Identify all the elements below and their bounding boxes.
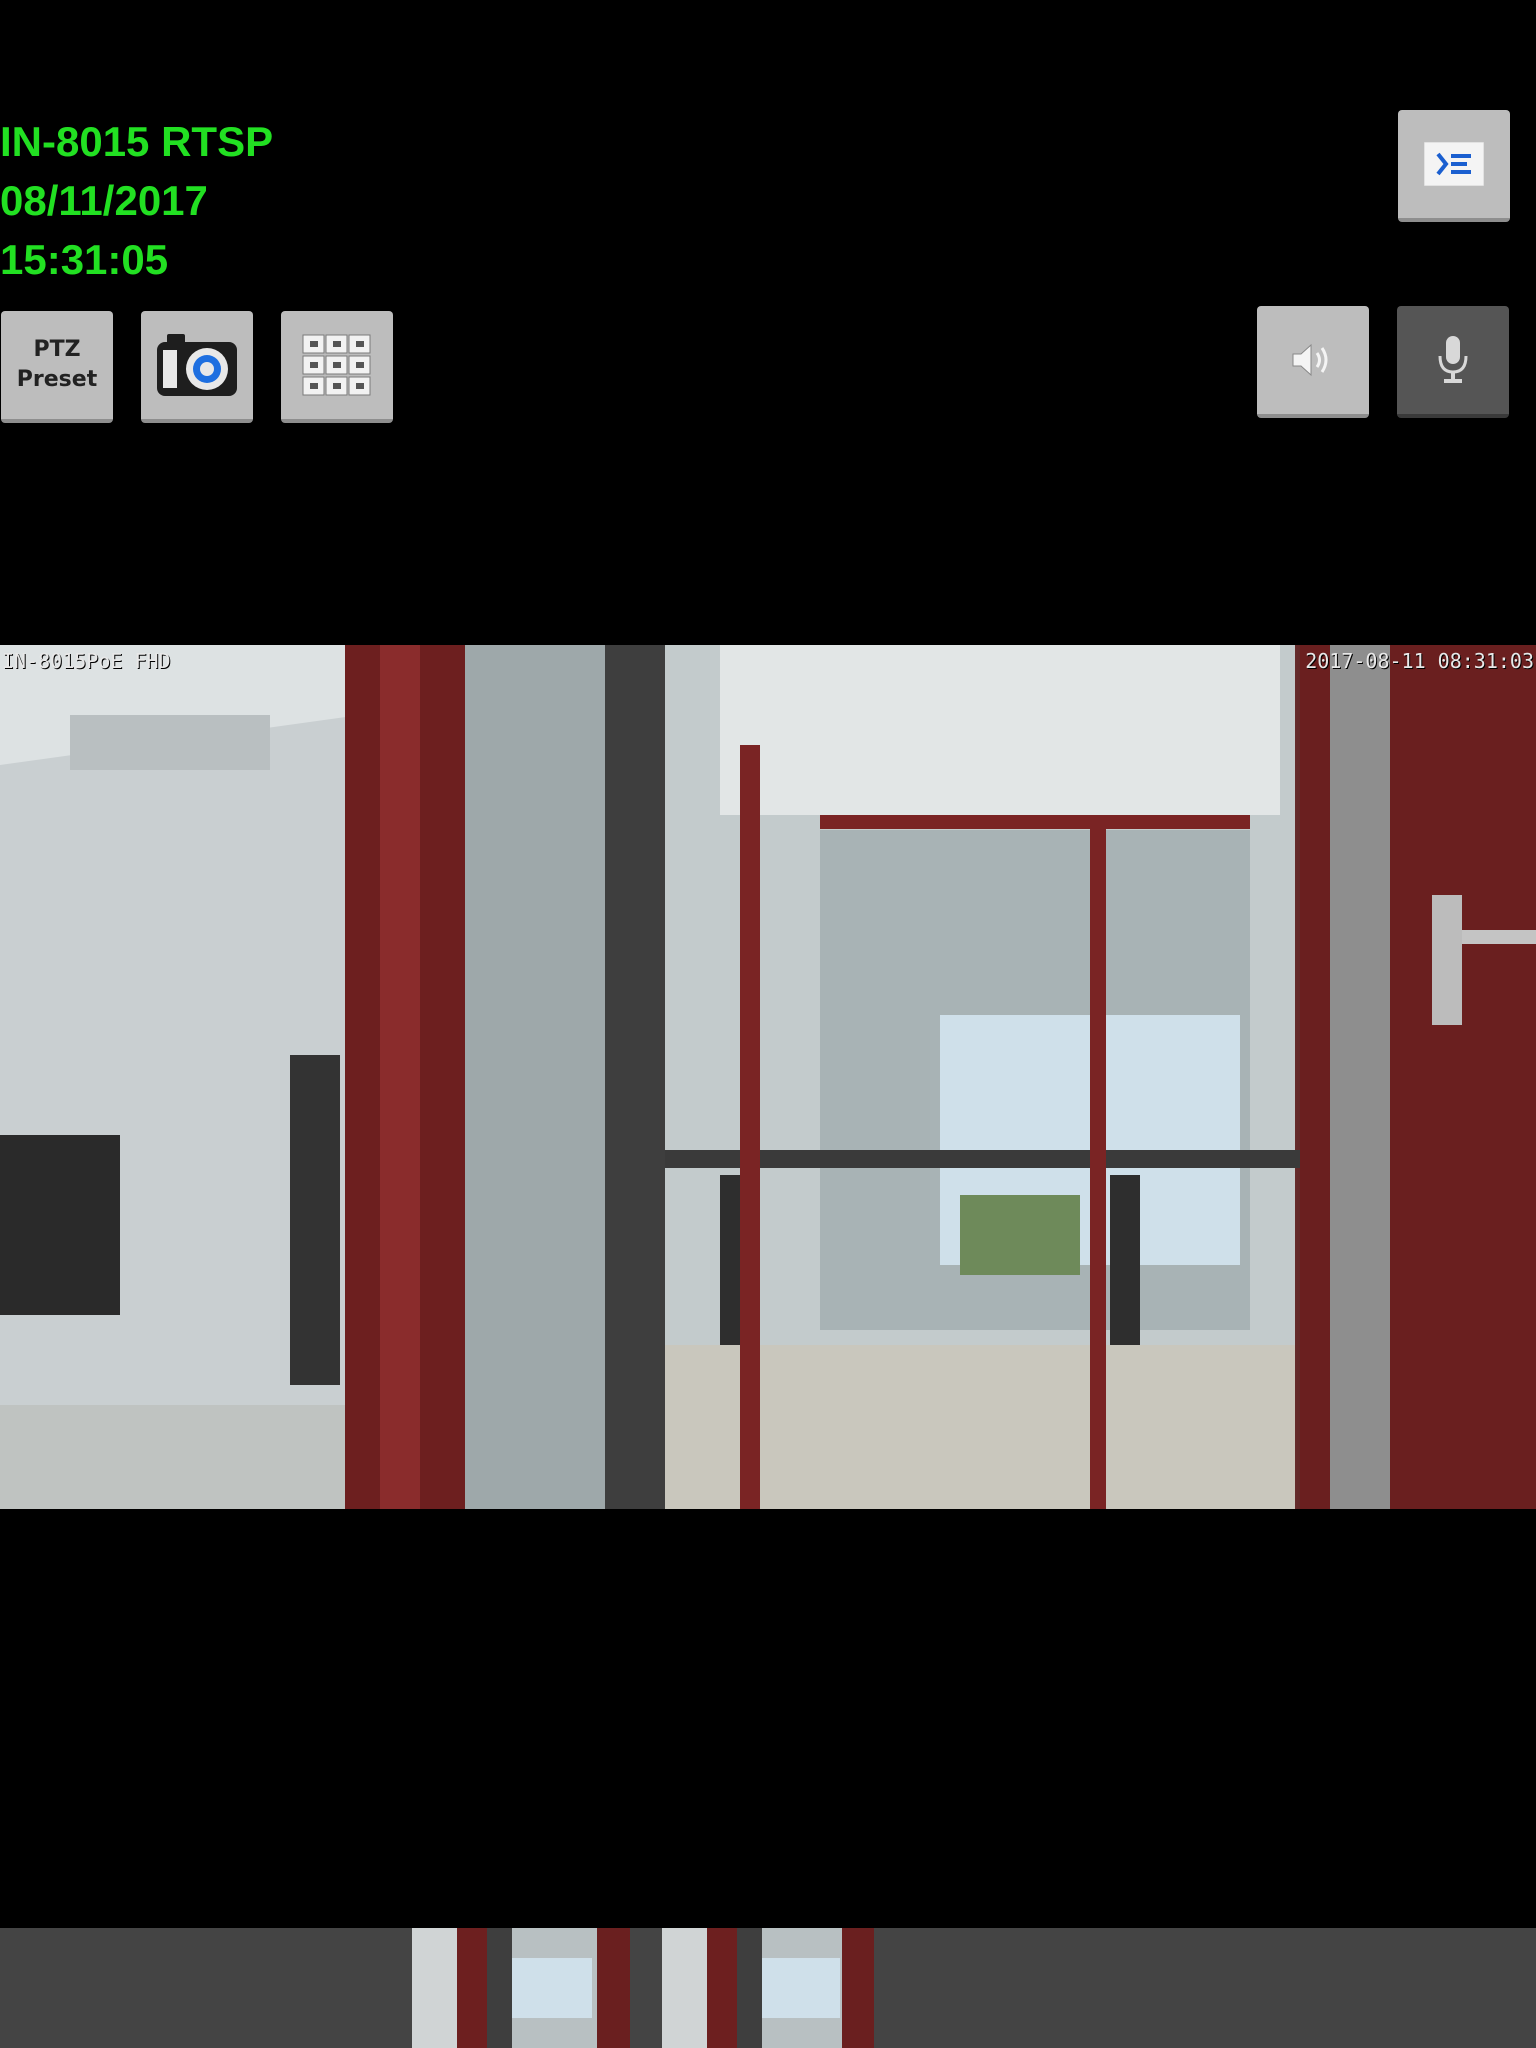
camera-thumbnail-bar xyxy=(0,1928,1536,2048)
ptz-label-line1: PTZ xyxy=(33,337,81,362)
ptz-preset-button[interactable]: PTZ Preset xyxy=(1,311,113,423)
video-frame-image xyxy=(0,645,1536,1509)
camera-icon xyxy=(157,334,237,396)
microphone-button[interactable] xyxy=(1397,306,1509,418)
multiview-grid-button[interactable] xyxy=(281,311,393,423)
live-video-view[interactable]: IN-8015PoE FHD 2017-08-11 08:31:03 xyxy=(0,645,1536,1509)
speaker-icon xyxy=(1292,343,1328,377)
snapshot-button[interactable] xyxy=(141,311,253,423)
camera-thumbnail-image xyxy=(662,1928,874,2048)
menu-toggle-button[interactable] xyxy=(1398,110,1510,222)
multiview-grid-icon xyxy=(302,334,371,396)
camera-thumbnail[interactable] xyxy=(412,1928,630,2048)
microphone-icon xyxy=(1438,336,1468,383)
menu-toggle-icon xyxy=(1424,142,1484,186)
camera-thumbnail-image xyxy=(412,1928,630,2048)
camera-time: 15:31:05 xyxy=(0,236,169,283)
camera-date: 08/11/2017 xyxy=(0,177,208,224)
osd-camera-name: IN-8015PoE FHD xyxy=(2,649,171,673)
camera-name: IN-8015 RTSP xyxy=(0,118,274,165)
ptz-label-line2: Preset xyxy=(16,367,98,392)
camera-thumbnail[interactable] xyxy=(662,1928,874,2048)
camera-info: IN-8015 RTSP 08/11/2017 15:31:05 xyxy=(0,112,273,289)
ptz-preset-label: PTZ Preset xyxy=(17,335,97,395)
speaker-button[interactable] xyxy=(1257,306,1369,418)
osd-timestamp: 2017-08-11 08:31:03 xyxy=(1305,649,1534,673)
